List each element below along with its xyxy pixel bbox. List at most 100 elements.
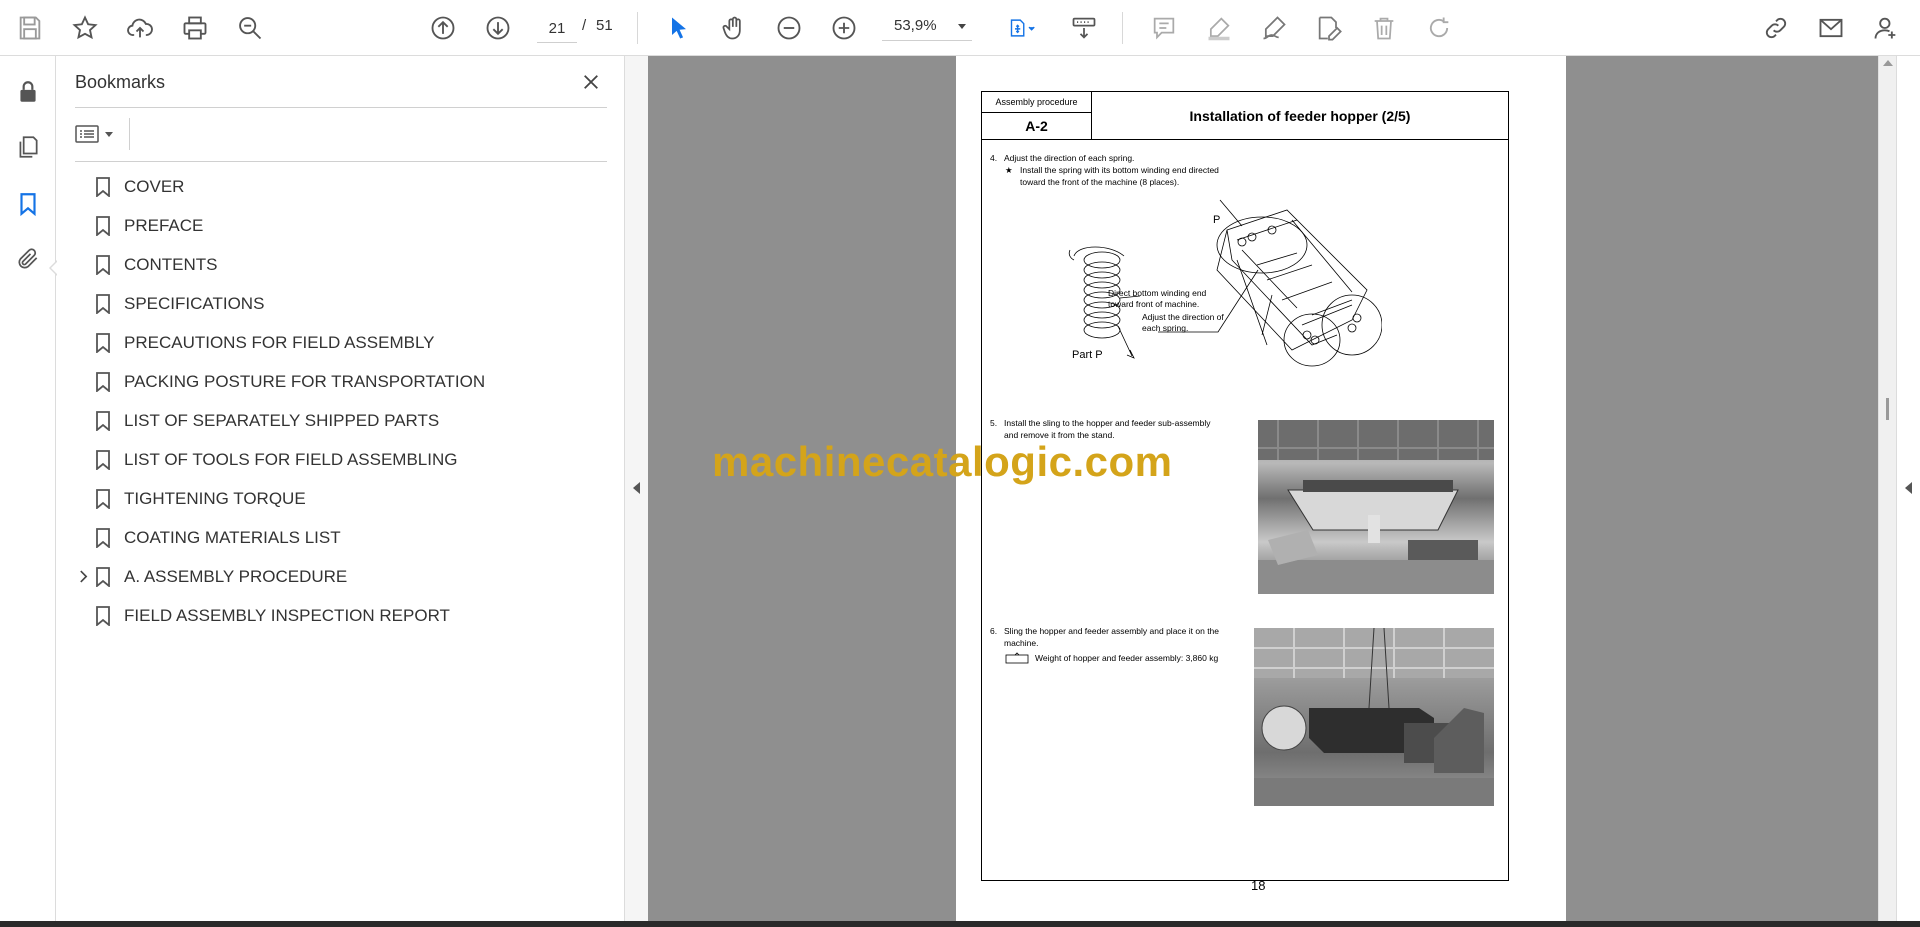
hand-tool-icon[interactable] <box>716 10 752 46</box>
bookmark-label: SPECIFICATIONS <box>124 293 265 313</box>
bookmark-item[interactable]: PRECAUTIONS FOR FIELD ASSEMBLY <box>75 323 607 362</box>
pdf-page: Assembly procedure A-2 Installation of f… <box>956 56 1566 921</box>
bookmark-item[interactable]: SPECIFICATIONS <box>75 284 607 323</box>
photo-content <box>1254 628 1494 806</box>
redo-icon[interactable] <box>1421 10 1457 46</box>
find-icon[interactable] <box>232 10 268 46</box>
collapse-panel-icon[interactable] <box>633 482 640 494</box>
step-6: 6. Sling the hopper and feeder assembly … <box>990 625 1250 649</box>
edit-pdf-icon[interactable] <box>1311 10 1347 46</box>
draw-icon[interactable] <box>1256 10 1292 46</box>
bookmark-label: LIST OF TOOLS FOR FIELD ASSEMBLING <box>124 449 458 469</box>
vertical-scrollbar[interactable] <box>1878 56 1896 921</box>
note-text: toward the front of the machine (8 place… <box>1020 177 1180 187</box>
bookmark-item[interactable]: TIGHTENING TORQUE <box>75 479 607 518</box>
bookmark-item[interactable]: COVER <box>75 167 607 206</box>
active-panel-pointer <box>49 260 58 276</box>
step-text: Adjust the direction of each spring. <box>1004 153 1135 163</box>
bookmark-icon <box>93 565 113 589</box>
save-icon[interactable] <box>12 10 48 46</box>
page-separator: / <box>582 17 587 34</box>
page-thumbnails-icon[interactable] <box>10 129 46 165</box>
bookmark-icon <box>93 175 113 199</box>
bookmark-label: FIELD ASSEMBLY INSPECTION REPORT <box>124 605 450 625</box>
zoom-select[interactable]: 53,9% <box>882 14 972 41</box>
divider <box>75 161 607 162</box>
bookmarks-panel: Bookmarks COVER PREFACE CONTENTS SPECIFI… <box>57 56 625 921</box>
bookmark-icon <box>93 214 113 238</box>
bookmark-item[interactable]: FIELD ASSEMBLY INSPECTION REPORT <box>75 596 607 635</box>
star-icon: ★ <box>1005 165 1013 175</box>
toolbar-divider <box>637 12 638 44</box>
procedure-code: A-2 <box>1025 118 1048 134</box>
bookmark-label: PREFACE <box>124 215 204 235</box>
page-total: 51 <box>596 17 613 34</box>
bookmark-item[interactable]: A. ASSEMBLY PROCEDURE <box>75 557 607 596</box>
bookmark-options-button[interactable] <box>75 120 121 148</box>
page-fit-icon[interactable] <box>1000 10 1044 46</box>
zoom-out-icon[interactable] <box>771 10 807 46</box>
part-p-label: Part P <box>1072 349 1103 361</box>
step-text: Install the sling to the hopper and feed… <box>1004 418 1211 428</box>
bookmark-icon <box>93 409 113 433</box>
bookmark-icon <box>93 604 113 628</box>
lock-icon[interactable] <box>10 74 46 110</box>
bookmark-label: LIST OF SEPARATELY SHIPPED PARTS <box>124 410 440 430</box>
page-number-input[interactable] <box>537 14 577 43</box>
step-number: 6. <box>990 626 998 636</box>
step-text: Sling the hopper and feeder assembly and… <box>1004 626 1220 636</box>
hopper-placement-photo <box>1254 628 1494 806</box>
previous-page-icon[interactable] <box>425 10 461 46</box>
panel-splitter[interactable] <box>625 56 648 921</box>
bookmark-icon <box>93 526 113 550</box>
star-icon[interactable] <box>67 10 103 46</box>
bookmark-item[interactable]: LIST OF TOOLS FOR FIELD ASSEMBLING <box>75 440 607 479</box>
scrollbar-thumb[interactable] <box>1886 398 1889 420</box>
delete-icon[interactable] <box>1366 10 1402 46</box>
figure-callout: each spring. <box>1142 323 1189 333</box>
bookmark-icon <box>93 487 113 511</box>
note-text: Install the spring with its bottom windi… <box>1020 165 1219 175</box>
list-options-icon <box>75 125 99 143</box>
document-view[interactable]: Assembly procedure A-2 Installation of f… <box>648 56 1878 921</box>
photo-content <box>1258 420 1494 594</box>
weight-icon <box>1005 652 1029 664</box>
share-user-icon[interactable] <box>1868 10 1904 46</box>
bookmark-panel-icon[interactable] <box>10 186 46 222</box>
main-toolbar: / 51 53,9% <box>0 0 1920 56</box>
hopper-lifting-photo <box>1258 420 1494 594</box>
spring-hopper-diagram <box>1068 199 1382 367</box>
right-panel-toggle[interactable] <box>1896 56 1920 921</box>
step-4: 4. Adjust the direction of each spring. <box>990 152 1250 164</box>
close-icon[interactable] <box>577 68 605 96</box>
select-cursor-icon[interactable] <box>661 10 697 46</box>
chevron-right-icon[interactable] <box>75 569 91 585</box>
highlight-icon[interactable] <box>1201 10 1237 46</box>
step-text: machine. <box>1004 638 1039 648</box>
expand-panel-icon[interactable] <box>1905 482 1912 494</box>
attachments-icon[interactable] <box>10 241 46 277</box>
bookmark-item[interactable]: LIST OF SEPARATELY SHIPPED PARTS <box>75 401 607 440</box>
email-icon[interactable] <box>1813 10 1849 46</box>
bookmark-list: COVER PREFACE CONTENTS SPECIFICATIONS PR… <box>75 167 607 635</box>
bookmark-item[interactable]: PREFACE <box>75 206 607 245</box>
bookmark-item[interactable]: CONTENTS <box>75 245 607 284</box>
bookmark-item[interactable]: PACKING POSTURE FOR TRANSPORTATION <box>75 362 607 401</box>
weight-note: Weight of hopper and feeder assembly: 3,… <box>1035 653 1219 663</box>
header-left-cell: Assembly procedure A-2 <box>982 92 1092 140</box>
zoom-value: 53,9% <box>894 17 937 34</box>
comment-icon[interactable] <box>1146 10 1182 46</box>
bookmark-item[interactable]: COATING MATERIALS LIST <box>75 518 607 557</box>
bookmark-icon <box>93 448 113 472</box>
share-link-icon[interactable] <box>1758 10 1794 46</box>
scroll-up-icon[interactable] <box>1883 60 1893 66</box>
page-title: Installation of feeder hopper (2/5) <box>1092 92 1508 140</box>
upload-cloud-icon[interactable] <box>122 10 158 46</box>
figure-callout: toward front of machine. <box>1108 299 1200 309</box>
print-icon[interactable] <box>177 10 213 46</box>
page-frame: Assembly procedure A-2 Installation of f… <box>981 91 1509 881</box>
bookmark-label: TIGHTENING TORQUE <box>124 488 306 508</box>
next-page-icon[interactable] <box>480 10 516 46</box>
scrolling-mode-icon[interactable] <box>1066 10 1102 46</box>
zoom-in-icon[interactable] <box>826 10 862 46</box>
